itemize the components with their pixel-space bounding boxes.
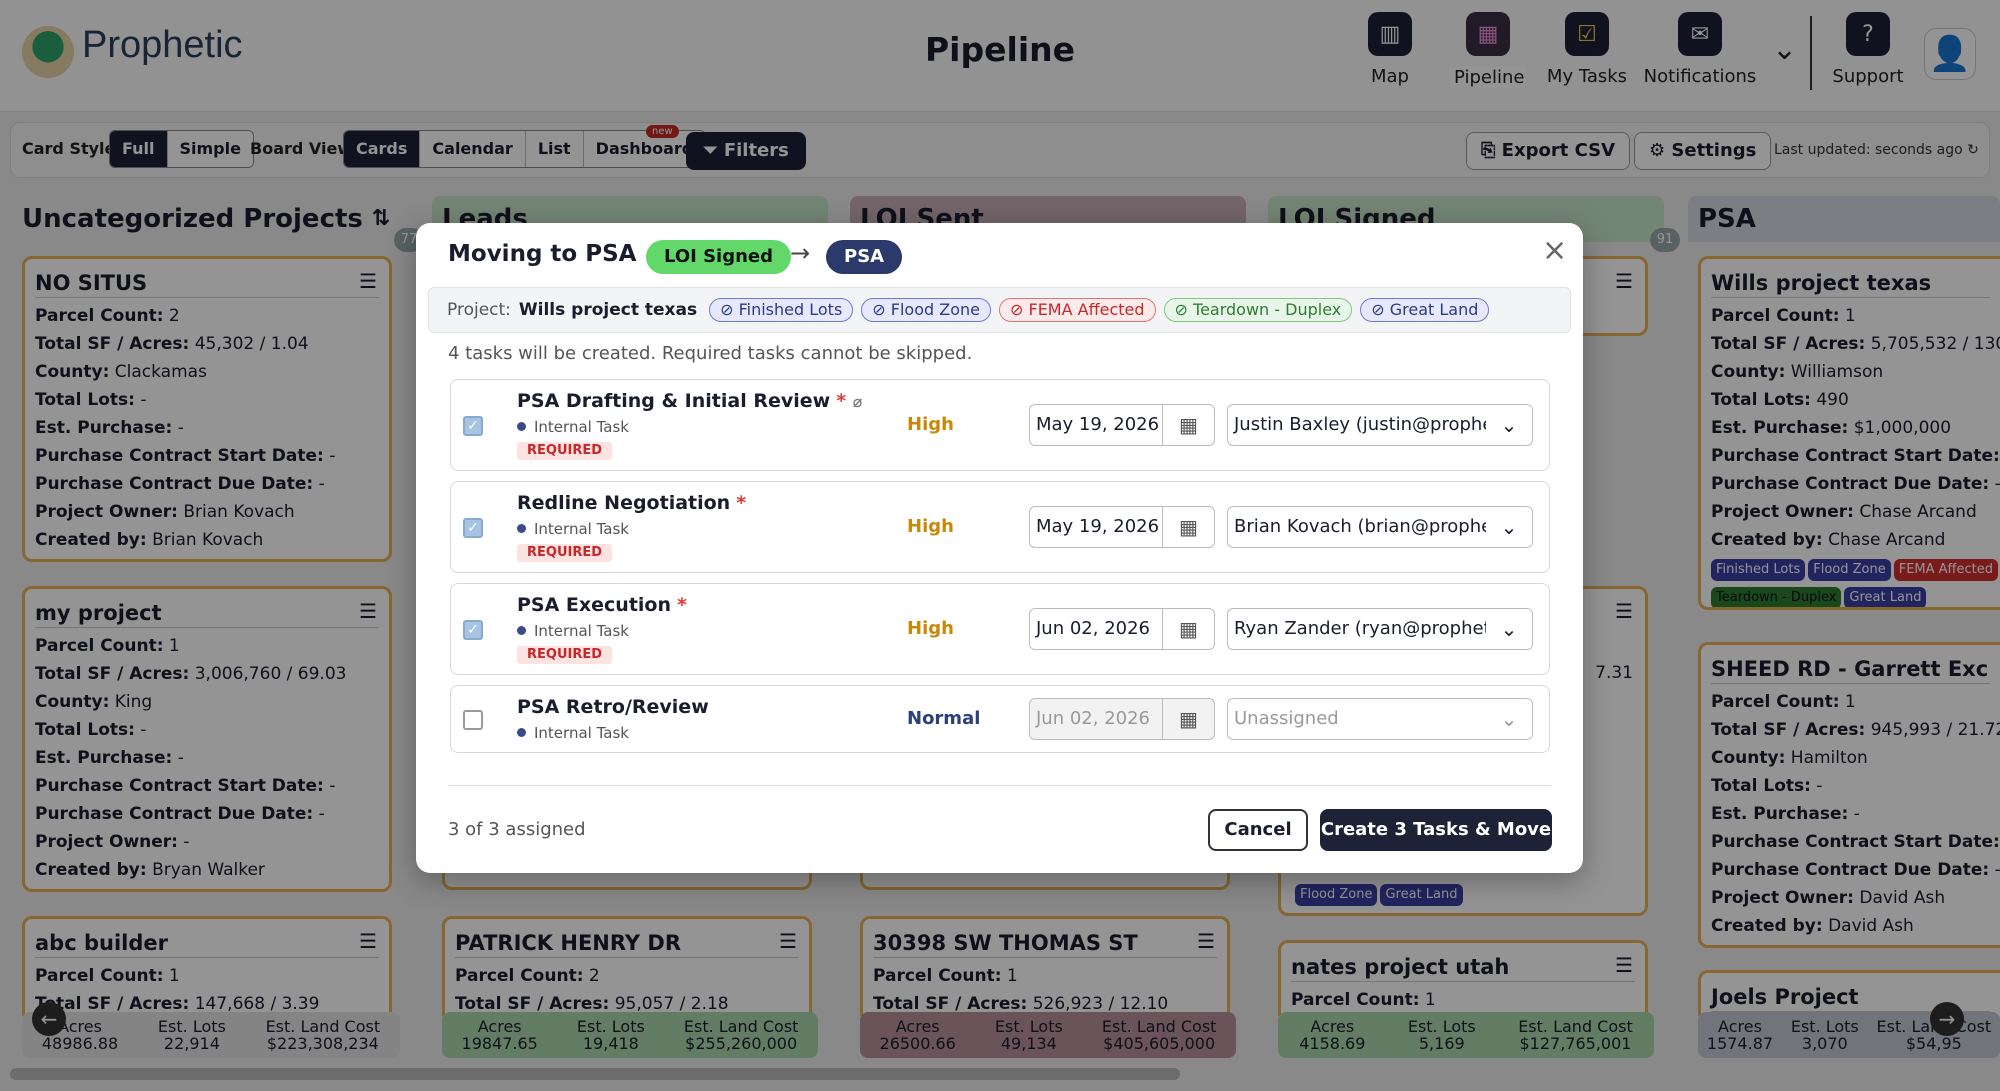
to-stage-pill: PSA — [826, 240, 903, 274]
task-type: Internal Task — [517, 622, 629, 640]
task-checkbox[interactable]: ✓ — [463, 518, 483, 538]
required-badge: REQUIRED — [517, 646, 613, 664]
chevron-down-icon[interactable]: ⌄ — [1486, 699, 1532, 739]
task-type: Internal Task — [517, 520, 629, 538]
required-badge: REQUIRED — [517, 544, 613, 562]
priority-label: High — [907, 516, 954, 537]
assignee-select[interactable]: Ryan Zander (ryan@prophetic.ai) ⌄ — [1227, 608, 1533, 650]
assigned-count: 3 of 3 assigned — [448, 819, 586, 840]
divider — [448, 785, 1551, 786]
tag-icon-label: ⊘ Finished Lots — [709, 298, 854, 322]
calendar-icon[interactable]: ▦ — [1162, 609, 1214, 649]
assignee-select[interactable]: Unassigned ⌄ — [1227, 698, 1533, 740]
chevron-down-icon[interactable]: ⌄ — [1486, 609, 1532, 649]
calendar-icon: ▦ — [1162, 699, 1214, 739]
tag-icon-label: ⊘ Teardown - Duplex — [1163, 298, 1353, 322]
create-tasks-button[interactable]: Create 3 Tasks & Move — [1320, 809, 1552, 851]
close-icon[interactable]: × — [1542, 233, 1567, 268]
tag-icon-label: ⊘ FEMA Affected — [998, 298, 1156, 322]
task-row: ✓ PSA Execution * Internal Task REQUIRED … — [450, 583, 1550, 675]
priority-label: High — [907, 414, 954, 435]
attachment-icon[interactable]: ⌀ — [853, 392, 863, 411]
due-date-input[interactable]: May 19, 2026 ▦ — [1029, 404, 1215, 446]
task-type: Internal Task — [517, 418, 629, 436]
dialog-title: Moving to PSA — [448, 241, 637, 267]
required-badge: REQUIRED — [517, 442, 613, 460]
tag-icon-label: ⊘ Flood Zone — [861, 298, 991, 322]
chevron-down-icon[interactable]: ⌄ — [1486, 405, 1532, 445]
priority-label: High — [907, 618, 954, 639]
task-name: PSA Retro/Review — [517, 696, 709, 718]
due-date-input[interactable]: Jun 02, 2026 ▦ — [1029, 608, 1215, 650]
move-stage-dialog: Moving to PSA LOI Signed → PSA × Project… — [416, 223, 1583, 873]
project-label: Project: — [447, 300, 511, 320]
chevron-down-icon[interactable]: ⌄ — [1486, 507, 1532, 547]
info-text: 4 tasks will be created. Required tasks … — [448, 343, 973, 364]
task-checkbox[interactable]: ✓ — [463, 416, 483, 436]
from-stage-pill: LOI Signed — [646, 240, 792, 274]
task-type: Internal Task — [517, 724, 629, 742]
project-bar: Project: Wills project texas ⊘ Finished … — [428, 287, 1571, 333]
calendar-icon[interactable]: ▦ — [1162, 507, 1214, 547]
task-row: PSA Retro/Review Internal Task Normal Ju… — [450, 685, 1550, 753]
assignee-select[interactable]: Brian Kovach (brian@prophetic.ai) ⌄ — [1227, 506, 1533, 548]
due-date-input[interactable]: May 19, 2026 ▦ — [1029, 506, 1215, 548]
priority-label: Normal — [907, 708, 981, 729]
task-row: ✓ PSA Drafting & Initial Review * ⌀ Inter… — [450, 379, 1550, 471]
task-checkbox[interactable]: ✓ — [463, 620, 483, 640]
task-row: ✓ Redline Negotiation * Internal Task REQ… — [450, 481, 1550, 573]
tag-icon-label: ⊘ Great Land — [1360, 298, 1490, 322]
task-name: Redline Negotiation * — [517, 492, 747, 514]
cancel-button[interactable]: Cancel — [1208, 809, 1308, 851]
task-checkbox[interactable] — [463, 710, 483, 730]
task-name: PSA Drafting & Initial Review * ⌀ — [517, 390, 863, 412]
task-name: PSA Execution * — [517, 594, 687, 616]
arrow-right-icon: → — [790, 239, 811, 267]
calendar-icon[interactable]: ▦ — [1162, 405, 1214, 445]
assignee-select[interactable]: Justin Baxley (justin@prophetic.ai) ⌄ — [1227, 404, 1533, 446]
project-name: Wills project texas — [518, 300, 698, 320]
due-date-input: Jun 02, 2026 ▦ — [1029, 698, 1215, 740]
